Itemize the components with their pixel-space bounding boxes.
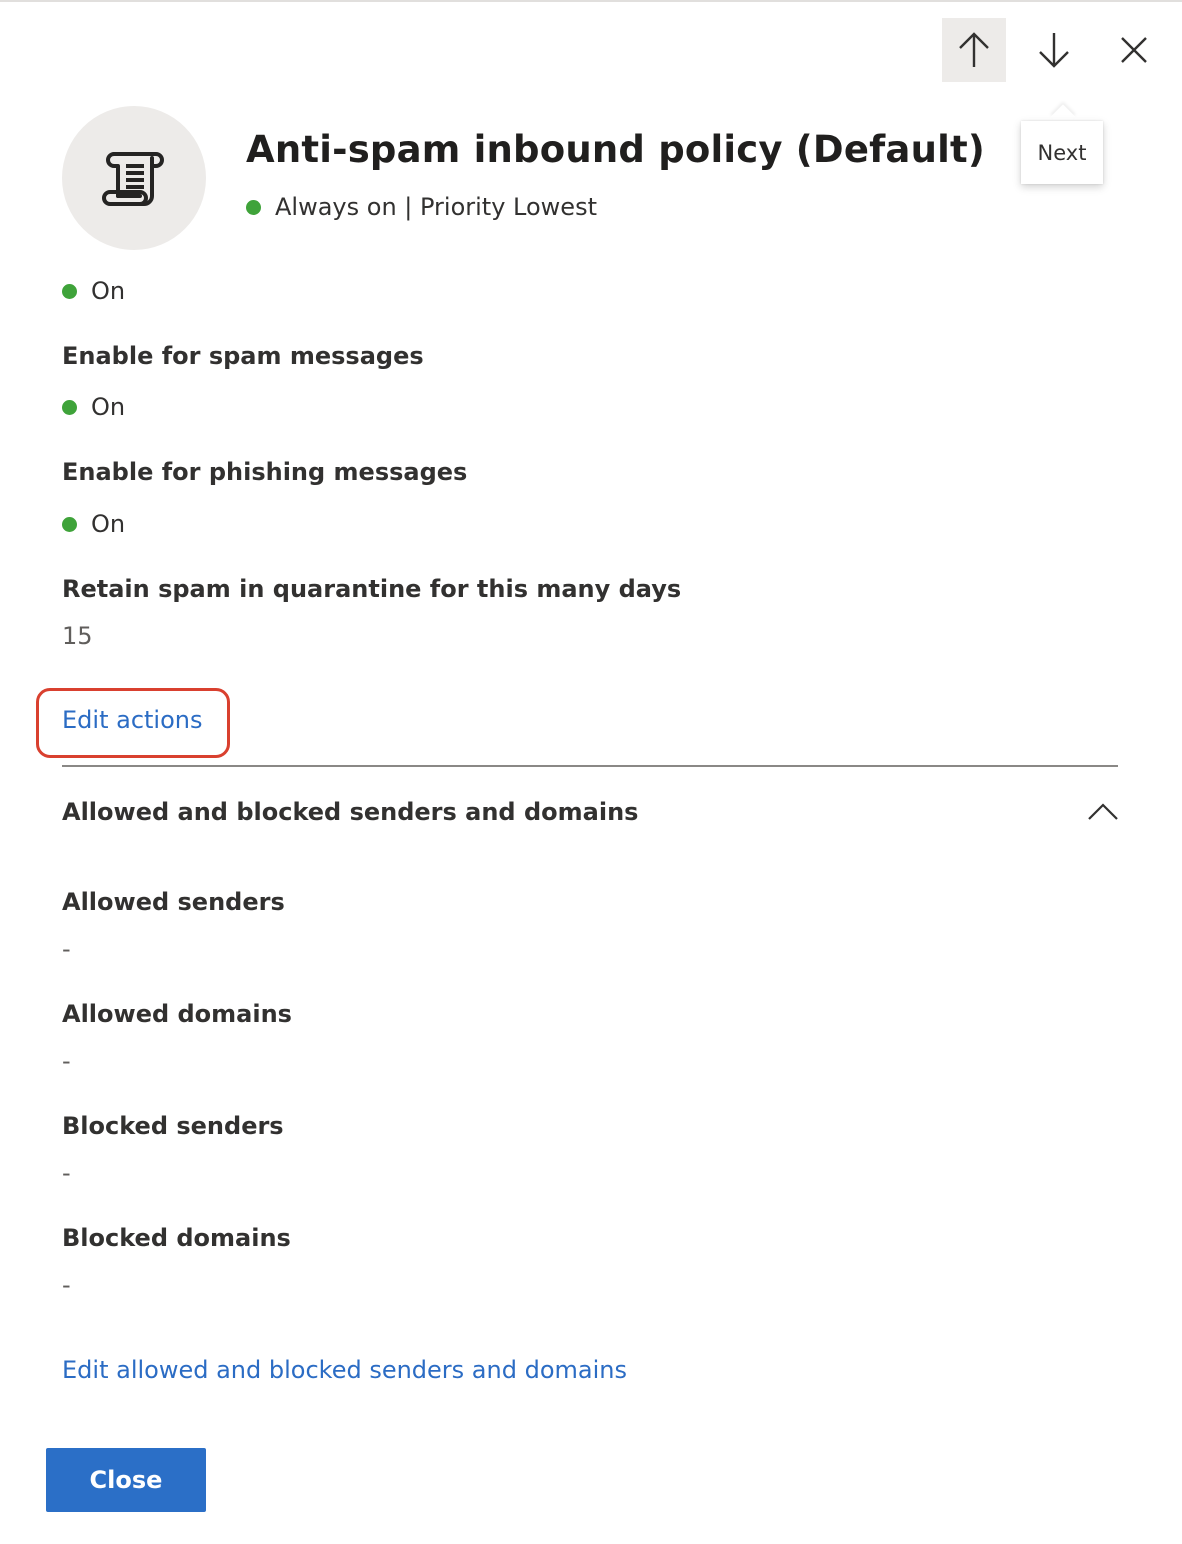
chevron-up-icon[interactable] (1088, 803, 1118, 821)
tooltip-text: Next (1037, 140, 1087, 165)
field-label-allowed-senders: Allowed senders (62, 888, 285, 916)
status-dot-icon (246, 199, 261, 215)
close-button[interactable]: Close (46, 1448, 206, 1512)
field-value-allowed-domains: - (62, 1047, 71, 1075)
field-value-retain: 15 (62, 622, 93, 650)
script-scroll-icon (102, 152, 164, 206)
field-label-blocked-domains: Blocked domains (62, 1224, 291, 1252)
field-label-allowed-domains: Allowed domains (62, 1000, 292, 1028)
section-title: Allowed and blocked senders and domains (62, 798, 639, 826)
page-title: Anti-spam inbound policy (Default) (246, 128, 985, 171)
field-label-retain: Retain spam in quarantine for this many … (62, 575, 682, 603)
field-label-spam: Enable for spam messages (62, 342, 424, 370)
next-item-button[interactable] (1022, 18, 1086, 82)
section-divider (62, 765, 1118, 767)
edit-actions-link[interactable]: Edit actions (62, 706, 202, 734)
policy-avatar (62, 106, 206, 250)
policy-status-line: Always on | Priority Lowest (246, 193, 597, 221)
policy-subtitle: Always on | Priority Lowest (275, 193, 597, 221)
panel-top-border (0, 0, 1182, 2)
status-value: On (91, 277, 126, 305)
status-dot-icon (62, 399, 77, 415)
previous-item-button[interactable] (942, 18, 1006, 82)
close-icon (1121, 37, 1147, 63)
senders-section-header[interactable]: Allowed and blocked senders and domains (62, 780, 1118, 844)
field-value-phishing: On (62, 510, 125, 538)
status-dot-icon (62, 283, 77, 299)
edit-senders-link[interactable]: Edit allowed and blocked senders and dom… (62, 1356, 627, 1384)
field-value-allowed-senders: - (62, 935, 71, 963)
field-label-phishing: Enable for phishing messages (62, 458, 468, 486)
arrow-down-icon (1039, 33, 1069, 68)
status-value: On (91, 393, 126, 421)
field-value-blocked-domains: - (62, 1271, 71, 1299)
field-label-blocked-senders: Blocked senders (62, 1112, 284, 1140)
close-button-label: Close (89, 1466, 163, 1494)
status-value: On (91, 510, 126, 538)
status-dot-icon (62, 516, 77, 532)
field-value-blocked-senders: - (62, 1159, 71, 1187)
close-panel-button[interactable] (1102, 18, 1166, 82)
field-value-spam: On (62, 393, 125, 421)
arrow-up-icon (959, 32, 989, 67)
top-status: On (62, 277, 125, 305)
